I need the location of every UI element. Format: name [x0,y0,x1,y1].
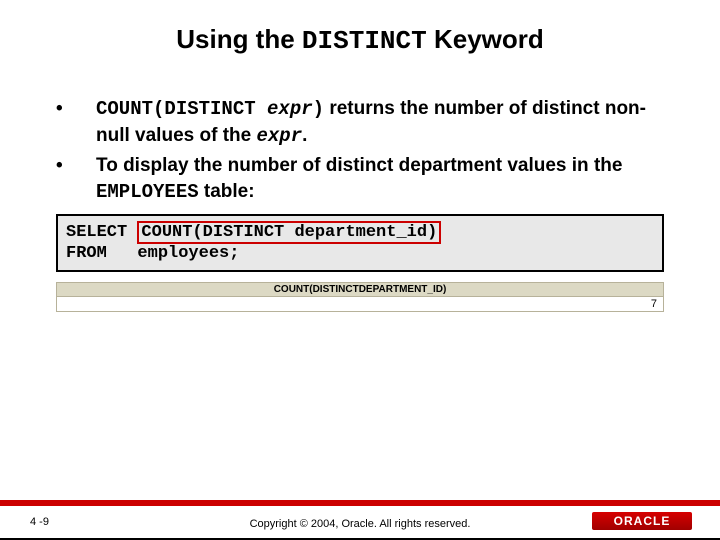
slide: Using the DISTINCT Keyword • COUNT(DISTI… [0,0,720,540]
code-block: SELECT COUNT(DISTINCT department_id) FRO… [56,214,664,273]
code-highlight: COUNT(DISTINCT department_id) [137,221,441,244]
bullet-text: COUNT(DISTINCT expr) returns the number … [96,96,664,149]
logo-text: ORACLE [614,514,671,528]
bullet-marker: • [56,153,96,205]
bullet-item: • To display the number of distinct depa… [56,153,664,205]
plain-text: To display the number of distinct depart… [96,155,622,176]
code-inline: ) [313,98,324,120]
plain-text: . [302,125,307,146]
slide-number: 4 -9 [30,516,49,528]
bullet-marker: • [56,96,96,149]
code-inline: EMPLOYEES [96,181,199,203]
title-pre: Using the [176,24,302,54]
slide-title: Using the DISTINCT Keyword [0,0,720,66]
title-keyword: DISTINCT [302,26,427,56]
oracle-logo: ORACLE [592,512,692,530]
code-inline: COUNT(DISTINCT [96,98,267,120]
plain-text: table: [199,181,255,202]
result-cell: 7 [56,297,664,312]
content-area: • COUNT(DISTINCT expr) returns the numbe… [0,66,720,312]
code-line: FROM employees; [66,244,239,263]
bullet-list: • COUNT(DISTINCT expr) returns the numbe… [56,96,664,206]
bullet-item: • COUNT(DISTINCT expr) returns the numbe… [56,96,664,149]
footer-accent-bar [0,500,720,506]
code-keyword: SELECT [66,223,137,242]
bullet-text: To display the number of distinct depart… [96,153,664,205]
code-inline-italic: expr [256,125,302,147]
query-result: COUNT(DISTINCTDEPARTMENT_ID) 7 [56,282,664,312]
title-post: Keyword [427,24,544,54]
result-column-header: COUNT(DISTINCTDEPARTMENT_ID) [56,282,664,297]
code-inline-italic: expr [267,98,313,120]
slide-footer: 4 -9 Copyright © 2004, Oracle. All right… [0,500,720,540]
